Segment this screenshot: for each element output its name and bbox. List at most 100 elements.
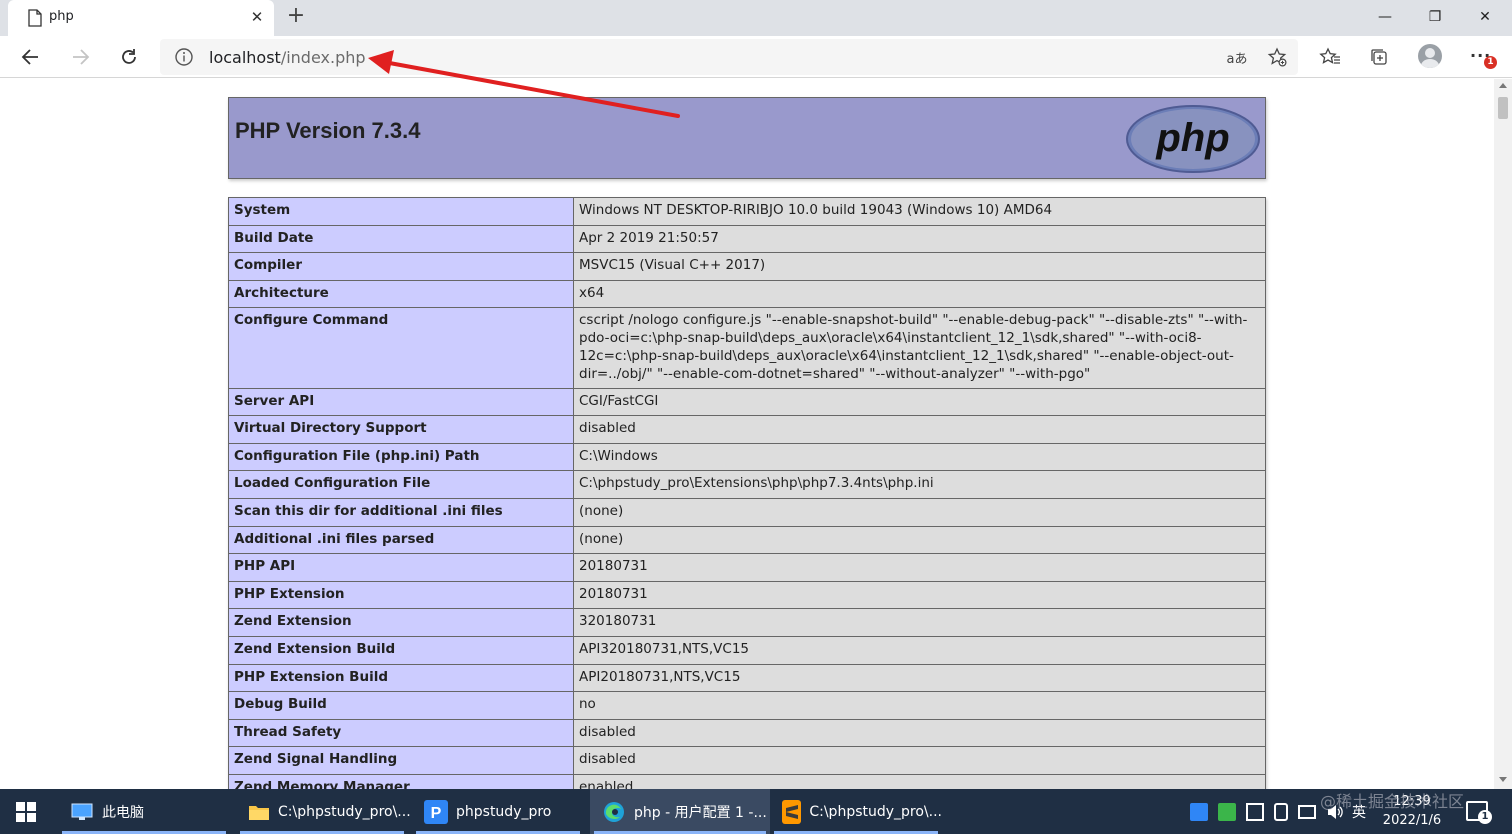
info-row: Architecture x64	[228, 279, 1266, 309]
taskbar-item-this-pc[interactable]: 此电脑	[58, 789, 230, 834]
taskbar-label: 此电脑	[102, 804, 144, 821]
info-row: System Windows NT DESKTOP-RIRIBJO 10.0 bu…	[228, 197, 1266, 226]
url-path: /index.php	[280, 48, 366, 67]
refresh-button[interactable]	[117, 45, 141, 69]
phpstudy-icon: P	[424, 799, 448, 824]
info-row: Configuration File (php.ini) Path C:\Wind…	[228, 442, 1266, 472]
info-key: PHP API	[228, 553, 574, 582]
info-row: Scan this dir for additional .ini files(…	[228, 497, 1266, 527]
read-aloud-icon[interactable]: aあ	[1226, 47, 1248, 67]
add-favorite-icon[interactable]	[1266, 47, 1288, 67]
taskbar-item-explorer[interactable]: C:\phpstudy_pro\...	[236, 789, 411, 834]
forward-button[interactable]	[68, 45, 92, 69]
info-value: no	[573, 691, 1266, 720]
back-button[interactable]	[19, 45, 43, 69]
info-row: Zend Extension 320180731	[228, 608, 1266, 637]
url-text[interactable]: localhost/index.php	[209, 48, 366, 67]
close-tab-icon[interactable]: ✕	[248, 8, 266, 26]
image-tray-icon[interactable]	[1246, 802, 1264, 821]
phpstudy-tray-icon[interactable]	[1190, 802, 1208, 821]
taskbar-label: C:\phpstudy_pro\...	[809, 803, 942, 820]
info-row: Debug Build no	[228, 691, 1266, 720]
network-icon[interactable]	[1298, 804, 1316, 819]
php-version-title: PHP Version 7.3.4	[235, 118, 421, 143]
info-row: Compiler MSVC15 (Visual C++ 2017)	[228, 252, 1266, 281]
info-value: x64	[573, 279, 1266, 309]
info-value: 20180731	[573, 580, 1266, 610]
page-icon	[28, 9, 42, 31]
tab-title: php	[49, 9, 74, 24]
info-value: Apr 2 2019 21:50:57	[573, 224, 1266, 254]
info-key: Compiler	[228, 252, 574, 281]
edge-icon	[602, 800, 626, 824]
windows-taskbar: 此电脑 C:\phpstudy_pro\... P phpstudy_pro p…	[0, 789, 1512, 834]
info-value: Windows NT DESKTOP-RIRIBJO 10.0 build 19…	[573, 197, 1266, 226]
info-value: (none)	[573, 525, 1266, 555]
taskbar-item-sublime[interactable]: C:\phpstudy_pro\...	[770, 789, 942, 834]
new-tab-button[interactable]: +	[284, 4, 308, 28]
vertical-scrollbar[interactable]	[1494, 79, 1512, 789]
info-key: Configure Command	[228, 307, 574, 389]
info-row: PHP API 20180731	[228, 553, 1266, 582]
info-row: Zend Signal Handling disabled	[228, 746, 1266, 775]
info-key: Zend Extension	[228, 608, 574, 637]
scroll-thumb[interactable]	[1498, 97, 1508, 119]
info-key: Debug Build	[228, 691, 574, 720]
taskbar-label: phpstudy_pro	[456, 803, 552, 820]
collections-button[interactable]	[1367, 45, 1391, 69]
page-viewport: PHP Version 7.3.4 php System Windows NT D…	[0, 79, 1494, 789]
info-key: Thread Safety	[228, 718, 574, 748]
info-key: PHP Extension	[228, 580, 574, 610]
info-icon[interactable]	[174, 47, 194, 67]
address-bar[interactable]: localhost/index.php aあ	[160, 39, 1298, 75]
info-row: Zend Memory Manager enabled	[228, 773, 1266, 789]
profile-avatar[interactable]	[1418, 44, 1442, 68]
info-row: PHP Extension Build API20180731,NTS,VC15	[228, 663, 1266, 693]
php-logo-icon: php	[1126, 105, 1260, 173]
favorites-button[interactable]	[1318, 45, 1342, 69]
info-key: Zend Memory Manager	[228, 773, 574, 789]
avatar-head	[1425, 48, 1435, 58]
info-row: PHP Extension 20180731	[228, 580, 1266, 610]
svg-text:P: P	[431, 805, 442, 821]
info-value: (none)	[573, 497, 1266, 527]
tab-strip: php ✕ + — ❐ ✕	[0, 0, 1512, 36]
info-key: Architecture	[228, 279, 574, 309]
tab-php[interactable]: php ✕	[8, 0, 274, 36]
computer-icon	[70, 800, 94, 824]
info-value: MSVC15 (Visual C++ 2017)	[573, 252, 1266, 281]
info-key: Additional .ini files parsed	[228, 525, 574, 555]
info-key: Zend Extension Build	[228, 635, 574, 665]
info-key: Build Date	[228, 224, 574, 254]
info-key: Zend Signal Handling	[228, 746, 574, 775]
info-key: Server API	[228, 387, 574, 417]
info-value: API320180731,NTS,VC15	[573, 635, 1266, 665]
clock-date: 2022/1/6	[1382, 813, 1442, 828]
info-value: C:\Windows	[573, 442, 1266, 472]
taskbar-item-phpstudy[interactable]: P phpstudy_pro	[412, 789, 584, 834]
info-value: disabled	[573, 718, 1266, 748]
info-key: Loaded Configuration File	[228, 470, 574, 499]
usb-tray-icon[interactable]	[1274, 802, 1288, 821]
start-button[interactable]	[0, 789, 52, 834]
wechat-tray-icon[interactable]	[1218, 802, 1236, 821]
forward-arrow-icon	[73, 49, 90, 65]
taskbar-label: php - 用户配置 1 -...	[634, 804, 767, 821]
php-info-body: System Windows NT DESKTOP-RIRIBJO 10.0 bu…	[228, 197, 1266, 789]
scroll-up-icon[interactable]	[1499, 83, 1507, 88]
restore-button[interactable]: ❐	[1422, 6, 1448, 28]
info-value: disabled	[573, 746, 1266, 775]
action-center-badge: 1	[1478, 810, 1492, 824]
minimize-button[interactable]: —	[1372, 6, 1398, 28]
close-window-button[interactable]: ✕	[1472, 6, 1498, 28]
info-value: API20180731,NTS,VC15	[573, 663, 1266, 693]
info-value: C:\phpstudy_pro\Extensions\php\php7.3.4n…	[573, 470, 1266, 499]
php-version-header: PHP Version 7.3.4 php	[228, 97, 1266, 179]
taskbar-item-edge[interactable]: php - 用户配置 1 -...	[590, 789, 770, 834]
windows-logo-icon	[16, 801, 36, 822]
info-key: Scan this dir for additional .ini files	[228, 497, 574, 527]
scroll-down-icon[interactable]	[1499, 777, 1507, 782]
info-row: Configure Command cscript /nologo configu…	[228, 307, 1266, 389]
folder-icon	[248, 800, 270, 824]
watermark: @稀土掘金技术社区	[1320, 792, 1465, 811]
